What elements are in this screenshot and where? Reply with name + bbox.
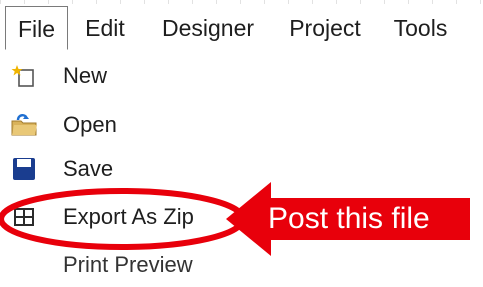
callout-text: Post this file	[268, 202, 430, 235]
highlight-ellipse	[0, 188, 246, 250]
annotation-overlay	[0, 182, 470, 256]
